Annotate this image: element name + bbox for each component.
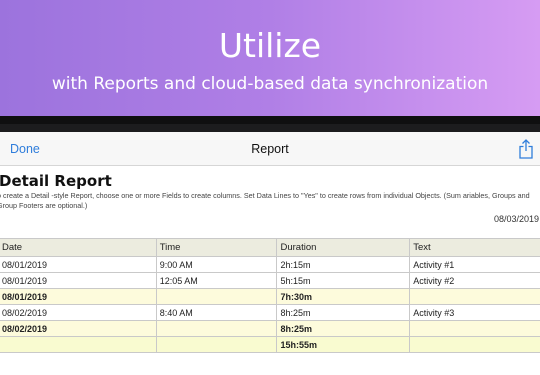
time-cell: 9:00 AM bbox=[155, 256, 278, 273]
time-cell bbox=[155, 288, 278, 305]
navigation-bar: Done Report bbox=[0, 132, 540, 166]
duration-cell: 8h:25m bbox=[276, 304, 411, 321]
text-cell: Activity #1 bbox=[409, 256, 540, 273]
duration-cell: 2h:15m bbox=[276, 256, 411, 273]
text-cell bbox=[409, 320, 540, 337]
report-description: o create a Detail -style Report, choose … bbox=[0, 191, 530, 210]
duration-cell: 8h:25m bbox=[276, 320, 411, 337]
text-cell bbox=[409, 336, 540, 353]
duration-cell: 15h:55m bbox=[276, 336, 411, 353]
grand-total-row: 15h:55m bbox=[0, 336, 540, 353]
time-cell: 12:05 AM bbox=[155, 272, 278, 289]
column-header-duration: Duration bbox=[276, 238, 411, 257]
duration-cell: 7h:30m bbox=[276, 288, 411, 305]
time-cell: 8:40 AM bbox=[155, 304, 278, 321]
promo-banner: Utilize with Reports and cloud-based dat… bbox=[0, 0, 540, 118]
group-footer-row: 08/02/2019 8h:25m bbox=[0, 320, 540, 337]
table-header-row: Date Time Duration Text bbox=[0, 238, 540, 257]
table-row: 08/02/2019 8:40 AM 8h:25m Activity #3 bbox=[0, 304, 540, 321]
table-row: 08/01/2019 12:05 AM 5h:15m Activity #2 bbox=[0, 272, 540, 289]
date-cell: 08/01/2019 bbox=[0, 256, 157, 273]
share-icon[interactable] bbox=[518, 139, 534, 159]
column-header-date: Date bbox=[0, 238, 157, 257]
date-cell bbox=[0, 336, 157, 353]
column-header-text: Text bbox=[409, 238, 540, 257]
date-cell: 08/02/2019 bbox=[0, 320, 157, 337]
date-cell: 08/01/2019 bbox=[0, 272, 157, 289]
text-cell: Activity #2 bbox=[409, 272, 540, 289]
column-header-time: Time bbox=[155, 238, 278, 257]
date-cell: 08/02/2019 bbox=[0, 304, 157, 321]
nav-title: Report bbox=[251, 142, 289, 156]
banner-title: Utilize bbox=[218, 26, 322, 65]
table-row: 08/01/2019 9:00 AM 2h:15m Activity #1 bbox=[0, 256, 540, 273]
device-bezel-edge bbox=[0, 124, 540, 132]
report-date: 08/03/2019 bbox=[494, 214, 540, 224]
report-table: Date Time Duration Text 08/01/2019 9:00 A… bbox=[0, 238, 540, 353]
text-cell: Activity #3 bbox=[409, 304, 540, 321]
text-cell bbox=[409, 288, 540, 305]
group-footer-row: 08/01/2019 7h:30m bbox=[0, 288, 540, 305]
time-cell bbox=[155, 320, 278, 337]
duration-cell: 5h:15m bbox=[276, 272, 411, 289]
banner-subtitle: with Reports and cloud-based data synchr… bbox=[51, 74, 489, 94]
date-cell: 08/01/2019 bbox=[0, 288, 157, 305]
time-cell bbox=[155, 336, 278, 353]
report-title: Detail Report bbox=[0, 172, 112, 190]
